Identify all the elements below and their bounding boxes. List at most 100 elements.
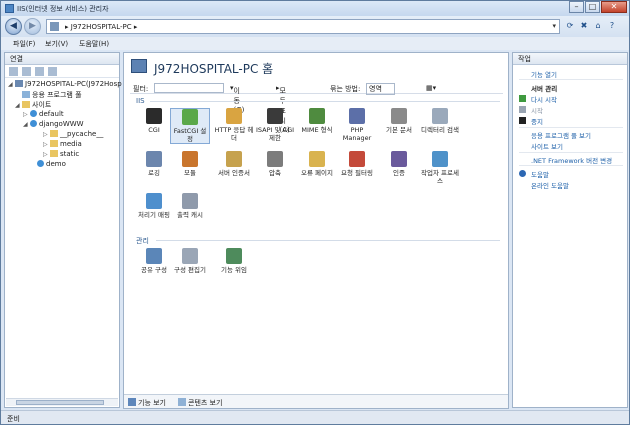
feature-isapi-cgi[interactable]: ISAPI 및 CGI 제한 — [255, 108, 295, 142]
menu-help[interactable]: 도움말(H) — [79, 39, 109, 49]
feature-mime[interactable]: MIME 형식 — [297, 108, 337, 134]
tree-item-pycache[interactable]: ▷ __pycache__ — [43, 130, 103, 138]
breadcrumb-server[interactable]: J972HOSPITAL-PC — [71, 23, 132, 31]
sites-folder-icon — [22, 101, 30, 108]
feature-compression[interactable]: 압축 — [255, 151, 295, 177]
group-by-select[interactable]: 영역 — [366, 83, 395, 95]
content-view-tab[interactable]: 콘텐츠 보기 — [188, 398, 222, 408]
address-bar: ◀ ▶ ▸ J972HOSPITAL-PC ▸ ▾ ⟳ ✖ ⌂ ? — [1, 16, 629, 37]
feature-logging[interactable]: 로깅 — [134, 151, 174, 177]
action-item[interactable]: 다시 시작 — [531, 94, 557, 104]
tree-item-djangowww[interactable]: ◢ djangoWWW — [23, 120, 84, 128]
tree-item-static[interactable]: ▷ static — [43, 150, 79, 158]
server-certificates-icon — [226, 151, 242, 167]
features-view-icon — [128, 398, 136, 406]
feature-worker-processes[interactable]: 작업자 프로세스 — [420, 151, 460, 185]
feature-directory-browsing[interactable]: 디렉터리 검색 — [420, 108, 460, 134]
action-item[interactable]: 응용 프로그램 풀 보기 — [531, 130, 591, 140]
mime-icon — [309, 108, 325, 124]
compression-icon — [267, 151, 283, 167]
stop-icon[interactable]: ✖ — [578, 20, 590, 32]
status-text: 준비 — [7, 415, 20, 423]
action-item[interactable]: 중지 — [531, 116, 543, 126]
feature-authentication[interactable]: 인증 — [379, 151, 419, 177]
refresh-icon[interactable]: ⟳ — [564, 20, 576, 32]
connect-icon[interactable] — [9, 67, 18, 76]
address-field[interactable]: ▸ J972HOSPITAL-PC ▸ ▾ — [46, 19, 560, 34]
tree-item-sites[interactable]: ◢ 사이트 — [15, 100, 51, 110]
status-bar: 준비 — [1, 410, 629, 424]
save-icon[interactable] — [22, 67, 31, 76]
group-iis: IIS — [136, 97, 145, 105]
connections-toolbar — [5, 65, 119, 78]
output-caching-icon — [182, 193, 198, 209]
feature-shared-config[interactable]: 공유 구성 — [134, 248, 174, 274]
site-globe-icon — [30, 120, 37, 127]
menu-file[interactable]: 파일(F) — [13, 39, 35, 49]
up-icon[interactable] — [35, 67, 44, 76]
address-dropdown-icon[interactable]: ▾ — [552, 22, 556, 30]
close-button[interactable]: ✕ — [601, 1, 627, 13]
feature-handler-mappings[interactable]: 처리기 매핑 — [134, 193, 174, 219]
feature-request-filtering[interactable]: 요청 필터링 — [337, 151, 377, 177]
feature-http-headers[interactable]: HTTP 응답 헤더 — [214, 108, 254, 142]
forward-button[interactable]: ▶ — [24, 18, 41, 35]
menu-bar: 파일(F) 보기(V) 도움말(H) — [1, 37, 629, 50]
action-item[interactable]: 사이트 보기 — [531, 141, 563, 151]
action-item[interactable]: 기능 열기 — [531, 69, 557, 79]
feature-label: 출력 캐시 — [177, 211, 203, 219]
page-header: J972HOSPITAL-PC 홈 — [124, 53, 508, 81]
feature-fastcgi[interactable]: FastCGI 설정 — [170, 108, 210, 144]
feature-output-caching[interactable]: 출력 캐시 — [170, 193, 210, 219]
go-button[interactable]: ▾ 이동(G) — [230, 84, 244, 114]
action-item[interactable]: .NET Framework 버전 변경 — [531, 155, 612, 165]
request-filtering-icon — [349, 151, 365, 167]
feature-modules[interactable]: 모듈 — [170, 151, 210, 177]
connections-scrollbar[interactable] — [6, 398, 118, 406]
feature-label: 오류 페이지 — [301, 169, 333, 177]
show-all-button[interactable]: ▸ 모두 표시(A) — [276, 84, 290, 134]
minimize-button[interactable]: – — [569, 1, 584, 13]
feature-server-certificates[interactable]: 서버 인증서 — [214, 151, 254, 177]
feature-error-pages[interactable]: 오류 페이지 — [297, 151, 337, 177]
actions-separator — [519, 127, 623, 128]
tree-item-media[interactable]: ▷ media — [43, 140, 82, 148]
features-pane: J972HOSPITAL-PC 홈 필터: ▾ 이동(G) ▸ 모두 표시(A)… — [123, 52, 509, 409]
scrollbar-thumb[interactable] — [16, 400, 104, 405]
feature-label: 압축 — [269, 169, 281, 177]
menu-view[interactable]: 보기(V) — [45, 39, 68, 49]
group-management-line — [156, 240, 500, 241]
stop-icon — [519, 117, 526, 124]
breadcrumb[interactable]: ▸ J972HOSPITAL-PC ▸ — [65, 23, 137, 31]
start-icon — [519, 106, 526, 113]
isapi-cgi-icon — [267, 108, 283, 124]
feature-php-manager[interactable]: PHP Manager — [337, 108, 377, 142]
feature-label: 서버 인증서 — [218, 169, 250, 177]
action-item[interactable]: 도움말 — [531, 169, 549, 179]
filter-input[interactable] — [154, 83, 224, 93]
tree-item-demo[interactable]: demo — [30, 160, 66, 168]
feature-default-document[interactable]: 기본 문서 — [379, 108, 419, 134]
php-manager-icon — [349, 108, 365, 124]
tree-item-server[interactable]: ◢ J972HOSPITAL-PC(J972Hosp — [8, 80, 122, 88]
disconnect-icon[interactable] — [48, 67, 57, 76]
home-icon[interactable]: ⌂ — [592, 20, 604, 32]
tree-item-app-pools[interactable]: 응용 프로그램 풀 — [15, 90, 82, 100]
tree-item-default[interactable]: ▷ default — [23, 110, 64, 118]
folder-icon — [50, 150, 58, 157]
feature-config-editor[interactable]: 구성 편집기 — [170, 248, 210, 274]
feature-cgi[interactable]: CGI — [134, 108, 174, 134]
help-icon[interactable]: ? — [606, 20, 618, 32]
features-view-tab[interactable]: 기능 보기 — [138, 398, 166, 408]
back-button[interactable]: ◀ — [5, 18, 22, 35]
feature-delegation-icon — [226, 248, 242, 264]
logging-icon — [146, 151, 162, 167]
feature-feature-delegation[interactable]: 기능 위임 — [214, 248, 254, 274]
action-item[interactable]: 온라인 도움말 — [531, 180, 569, 190]
action-item[interactable]: 시작 — [531, 105, 543, 115]
maximize-button[interactable]: □ — [585, 1, 600, 13]
window-controls: – □ ✕ — [568, 1, 627, 14]
view-mode-icon[interactable]: ▦▾ — [426, 84, 436, 92]
actions-pane: 작업 기능 열기 서버 관리 다시 시작 시작 중지 응용 프로그램 풀 보기 사이트 보기… — [512, 52, 628, 408]
folder-icon — [50, 130, 58, 137]
